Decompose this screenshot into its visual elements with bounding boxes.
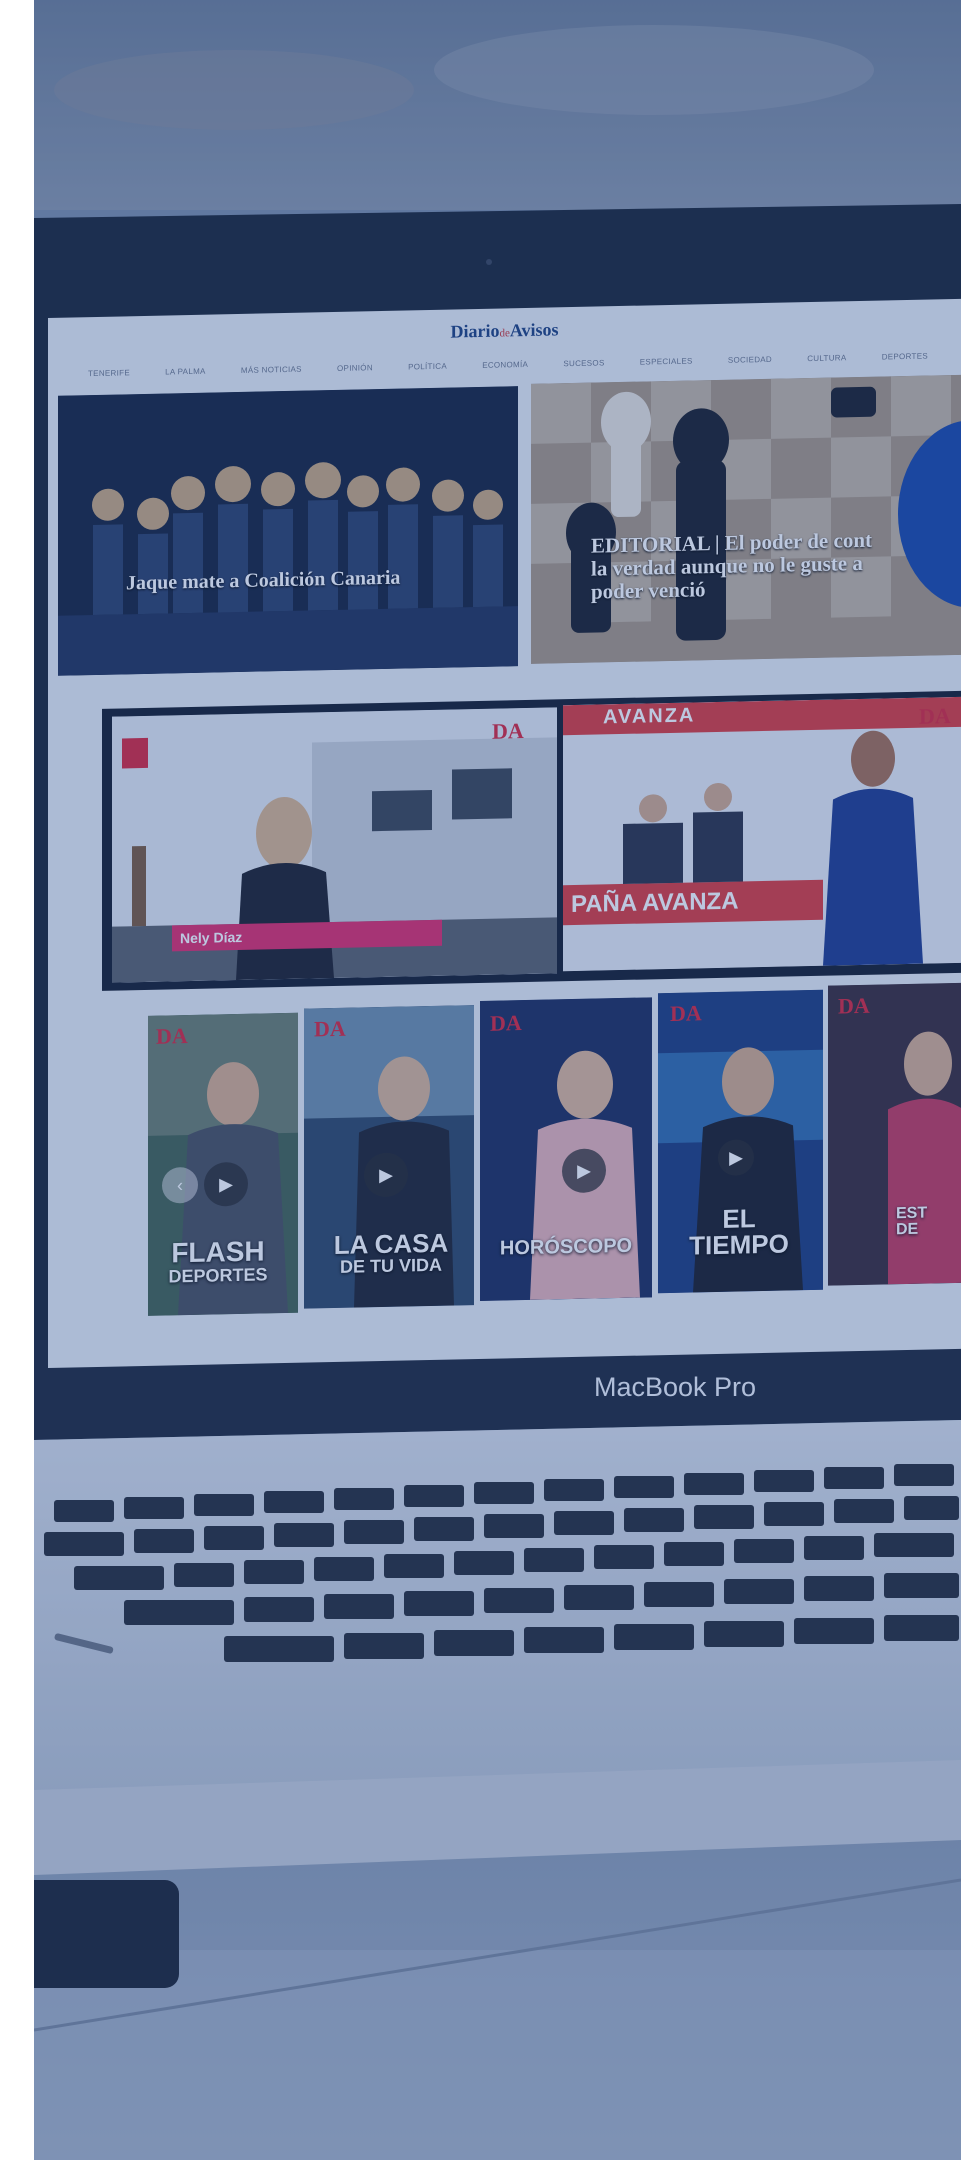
- da-badge: DA: [670, 1000, 702, 1026]
- program-title: EST DE: [896, 1204, 961, 1239]
- da-badge: DA: [314, 1015, 346, 1042]
- program-tile-la-casa[interactable]: DA ▶ LA CASA DE TU VIDA: [304, 1005, 474, 1309]
- program-title: HORÓSCOPO: [486, 1234, 646, 1260]
- nav-item-mas-noticias[interactable]: MÁS NOTICIAS: [241, 364, 302, 374]
- da-badge: DA: [156, 1023, 188, 1049]
- video-right[interactable]: AVANZA PAÑA AVANZA DA: [563, 696, 961, 972]
- hero-story-right[interactable]: EDITORIAL | El poder de cont la verdad a…: [531, 374, 961, 664]
- press-conference-image: [563, 696, 961, 972]
- program-image: [828, 982, 961, 1286]
- nav-item-economia[interactable]: ECONOMÍA: [482, 359, 528, 369]
- site-logo[interactable]: DiariodeAvisos: [450, 319, 558, 342]
- hero-right-headline[interactable]: EDITORIAL | El poder de cont la verdad a…: [591, 528, 872, 604]
- nav-item-opinion[interactable]: OPINIÓN: [337, 363, 373, 373]
- program-title-line-1: HORÓSCOPO: [499, 1234, 633, 1260]
- video-right-top-text: AVANZA: [603, 704, 696, 729]
- nav-item-deportes[interactable]: DEPORTES: [882, 351, 928, 361]
- program-title-line-2: DEPORTES: [168, 1264, 268, 1287]
- hero-story-left[interactable]: Jaque mate a Coalición Canaria: [58, 386, 518, 676]
- nav-item-politica[interactable]: POLÍTICA: [408, 361, 447, 371]
- nav-item-la-palma[interactable]: LA PALMA: [165, 366, 206, 376]
- nav-item-sucesos[interactable]: SUCESOS: [563, 358, 604, 368]
- program-title-line-1: FLASH: [171, 1235, 265, 1269]
- chessboard-image: [531, 374, 961, 664]
- program-tile-partial[interactable]: DA EST DE: [828, 982, 961, 1286]
- da-badge: DA: [492, 718, 524, 744]
- da-badge: DA: [490, 1010, 522, 1036]
- nav-item-sociedad[interactable]: SOCIEDAD: [728, 354, 772, 364]
- program-title-line-1: EST: [896, 1204, 928, 1223]
- program-tile-horoscopo[interactable]: DA ▶ HORÓSCOPO: [480, 997, 652, 1301]
- program-title-line-2: TIEMPO: [689, 1228, 789, 1261]
- nav-item-cultura[interactable]: CULTURA: [807, 353, 846, 363]
- program-tile-el-tiempo[interactable]: DA ▶ EL TIEMPO: [658, 989, 823, 1294]
- program-title: FLASH DEPORTES: [158, 1235, 278, 1287]
- video-right-banner: PAÑA AVANZA: [571, 887, 739, 919]
- photo-scene: DiariodeAvisos TENERIFE LA PALMA MÁS NOT…: [0, 0, 961, 2160]
- program-title: LA CASA DE TU VIDA: [312, 1227, 470, 1277]
- chess-figures-image: [58, 386, 518, 676]
- nav-item-tenerife[interactable]: TENERIFE: [88, 368, 130, 378]
- da-badge: DA: [919, 703, 951, 729]
- logo-part-1: Diario: [450, 320, 500, 342]
- website-screen: DiariodeAvisos TENERIFE LA PALMA MÁS NOT…: [48, 298, 961, 1368]
- program-title: EL TIEMPO: [664, 1203, 814, 1261]
- program-tile-flash-deportes[interactable]: DA ▶ ‹ FLASH DEPORTES: [148, 1012, 298, 1316]
- program-title-line-2: DE: [896, 1220, 919, 1239]
- lower-third-name: Nely Díaz: [180, 928, 243, 947]
- program-title-line-1: LA CASA: [333, 1227, 449, 1261]
- nav-item-especiales[interactable]: ESPECIALES: [640, 356, 693, 366]
- video-left[interactable]: DA Nely Díaz: [112, 707, 557, 983]
- da-badge: DA: [838, 992, 870, 1019]
- laptop-photo: DiariodeAvisos TENERIFE LA PALMA MÁS NOT…: [34, 0, 961, 2160]
- macbook-label: MacBook Pro: [594, 1372, 757, 1402]
- logo-part-2: de: [499, 326, 510, 340]
- logo-part-3: Avisos: [509, 318, 559, 340]
